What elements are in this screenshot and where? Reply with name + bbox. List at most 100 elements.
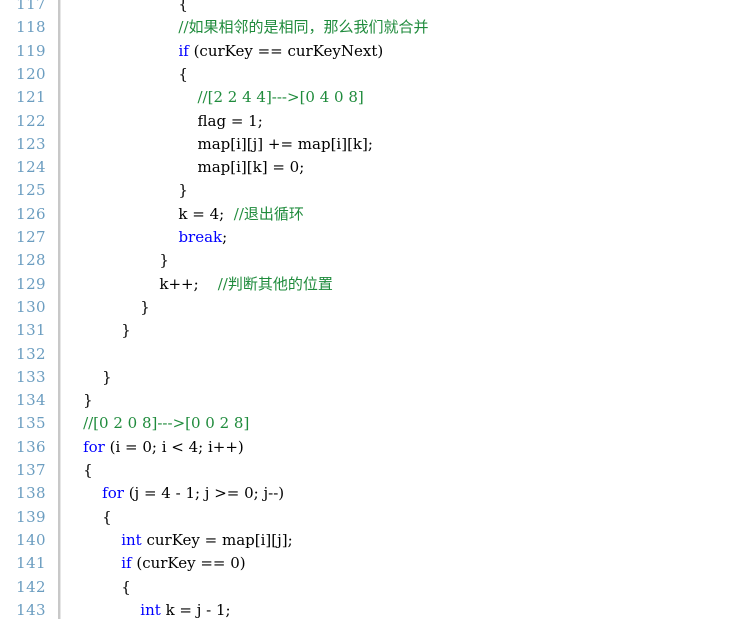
code-line[interactable]: 127 break; [0, 226, 750, 249]
code-token-plain: { [64, 507, 112, 526]
line-number: 120 [16, 64, 46, 83]
line-number: 133 [16, 367, 46, 386]
code-line-content[interactable]: for (j = 4 - 1; j >= 0; j--) [64, 482, 750, 505]
code-line[interactable]: 139 { [0, 506, 750, 529]
code-token-plain: { [64, 461, 93, 479]
code-line-content[interactable]: k = 4; //退出循环 [64, 203, 750, 226]
code-line-content[interactable]: { [64, 63, 750, 86]
code-token-comment: //[0 2 0 8]--->[0 0 2 8] [64, 414, 250, 433]
code-line-content[interactable]: } [64, 179, 750, 202]
code-token-plain: { [64, 0, 188, 13]
code-editor[interactable]: 117 {118 //如果相邻的是相同，那么我们就合并 119 if (curKe… [0, 0, 750, 619]
code-line-content[interactable]: //[0 2 0 8]--->[0 0 2 8] [64, 412, 750, 435]
line-number: 135 [16, 414, 46, 433]
code-token-plain: } [64, 321, 131, 340]
code-token-plain: (i = 0; i < 4; i++) [104, 437, 244, 456]
code-token-keyword: break [178, 228, 223, 246]
code-line[interactable]: 123 map[i][j] += map[i][k]; [0, 133, 750, 156]
code-line[interactable]: 125 } [0, 179, 750, 202]
line-number: 140 [16, 530, 46, 549]
code-token-plain: k = j - 1; [160, 600, 231, 619]
code-line[interactable]: 140 int curKey = map[i][j]; [0, 529, 750, 552]
code-line-content[interactable]: { [64, 459, 750, 482]
code-token-comment: //如果相邻的是相同，那么我们就合并 [64, 18, 429, 37]
line-number: 131 [16, 321, 46, 340]
line-number: 123 [16, 134, 46, 153]
code-line[interactable]: 141 if (curKey == 0) [0, 552, 750, 575]
code-line-content[interactable]: { [64, 576, 750, 599]
code-line-content[interactable]: //[2 2 4 4]--->[0 4 0 8] [64, 86, 750, 109]
code-line[interactable]: 138 for (j = 4 - 1; j >= 0; j--) [0, 482, 750, 505]
code-line-content[interactable]: break; [64, 226, 750, 249]
code-line[interactable]: 124 map[i][k] = 0; [0, 156, 750, 179]
code-line[interactable]: 118 //如果相邻的是相同，那么我们就合并 [0, 16, 750, 39]
code-line[interactable]: 130 } [0, 296, 750, 319]
code-line[interactable]: 133 } [0, 366, 750, 389]
code-line-content[interactable]: } [64, 296, 750, 319]
code-line-content[interactable]: flag = 1; [64, 110, 750, 133]
line-number: 122 [16, 111, 46, 130]
code-token-plain: } [64, 181, 188, 200]
code-line[interactable]: 134 } [0, 389, 750, 412]
code-line[interactable]: 122 flag = 1; [0, 110, 750, 133]
code-token-plain: flag = 1; [64, 111, 263, 130]
code-line[interactable]: 117 { [0, 0, 750, 16]
code-line-content[interactable]: k++; //判断其他的位置 [64, 273, 750, 296]
code-line[interactable]: 143 int k = j - 1; [0, 599, 750, 619]
line-number: 143 [16, 600, 46, 619]
code-token-plain: curKey = map[i][j]; [141, 530, 293, 549]
code-line[interactable]: 121 //[2 2 4 4]--->[0 4 0 8] [0, 86, 750, 109]
code-token-plain: ; [222, 228, 228, 246]
code-token-plain: } [64, 251, 169, 270]
code-line-content[interactable]: } [64, 249, 750, 272]
code-line[interactable]: 137 { [0, 459, 750, 482]
code-line-content[interactable]: int curKey = map[i][j]; [64, 529, 750, 552]
code-token-keyword: if [178, 41, 189, 60]
code-line[interactable]: 132 [0, 343, 750, 366]
line-number: 118 [16, 18, 46, 37]
code-line-content[interactable]: map[i][k] = 0; [64, 156, 750, 179]
line-number: 130 [16, 297, 46, 316]
code-token-plain: (curKey == 0) [131, 554, 246, 573]
code-line-content[interactable]: } [64, 319, 750, 342]
code-token-plain: } [64, 391, 93, 410]
code-line[interactable]: 136 for (i = 0; i < 4; i++) [0, 436, 750, 459]
line-number: 141 [16, 554, 46, 573]
code-line-content[interactable]: { [64, 0, 750, 16]
code-line[interactable]: 128 } [0, 249, 750, 272]
code-line-content[interactable]: map[i][j] += map[i][k]; [64, 133, 750, 156]
line-number: 126 [16, 204, 46, 223]
code-token-plain: (j = 4 - 1; j >= 0; j--) [123, 484, 285, 503]
code-line[interactable]: 120 { [0, 63, 750, 86]
code-token-plain: { [64, 64, 188, 83]
line-number: 117 [16, 0, 46, 13]
code-token-plain: map[i][k] = 0; [64, 158, 305, 177]
code-line-content[interactable]: int k = j - 1; [64, 599, 750, 619]
code-line-content[interactable] [64, 343, 750, 366]
code-line-content[interactable]: if (curKey == curKeyNext) [64, 40, 750, 63]
code-line-content[interactable]: { [64, 506, 750, 529]
code-line[interactable]: 131 } [0, 319, 750, 342]
code-line[interactable]: 142 { [0, 576, 750, 599]
code-line-content[interactable]: } [64, 366, 750, 389]
code-line[interactable]: 129 k++; //判断其他的位置 [0, 273, 750, 296]
line-number: 134 [16, 391, 46, 410]
code-token-keyword: int [121, 530, 142, 549]
line-number: 142 [16, 577, 46, 596]
line-number: 137 [16, 461, 46, 479]
code-token-plain: { [64, 577, 131, 596]
code-line[interactable]: 126 k = 4; //退出循环 [0, 203, 750, 226]
code-line-content[interactable]: if (curKey == 0) [64, 552, 750, 575]
code-line-content[interactable]: //如果相邻的是相同，那么我们就合并 [64, 16, 750, 39]
code-line[interactable]: 135 //[0 2 0 8]--->[0 0 2 8] [0, 412, 750, 435]
line-number: 136 [16, 437, 46, 456]
line-number: 129 [16, 274, 46, 293]
code-token-comment: //判断其他的位置 [217, 274, 333, 293]
code-line[interactable]: 119 if (curKey == curKeyNext) [0, 40, 750, 63]
code-line-content[interactable]: for (i = 0; i < 4; i++) [64, 436, 750, 459]
code-line-content[interactable]: } [64, 389, 750, 412]
